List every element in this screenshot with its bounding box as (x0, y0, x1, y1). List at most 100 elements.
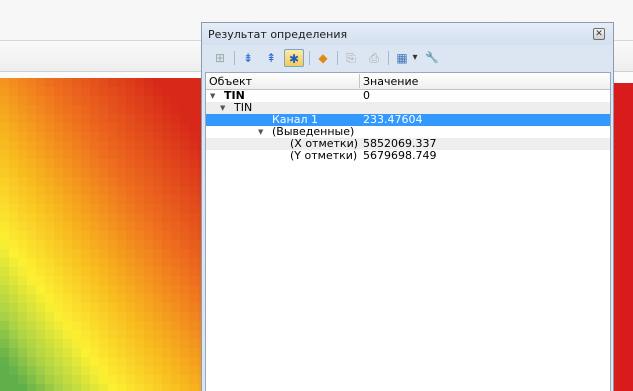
raster-cell (0, 168, 9, 177)
raster-cell (117, 240, 126, 249)
raster-cell (18, 159, 27, 168)
raster-cell (99, 204, 108, 213)
raster-cell (0, 78, 9, 87)
raster-cell (9, 330, 18, 339)
raster-cell (81, 312, 90, 321)
raster-cell (153, 123, 162, 132)
raster-cell (99, 375, 108, 384)
raster-cell (144, 132, 153, 141)
raster-cell (9, 96, 18, 105)
raster-cell (108, 123, 117, 132)
raster-cell (99, 303, 108, 312)
column-header-value[interactable]: Значение (363, 75, 418, 88)
expand-tree-icon[interactable]: ⊞ (210, 49, 230, 67)
results-tree[interactable]: Объект Значение ▼ TIN 0 ▼ TIN Канал 1 23… (205, 72, 611, 391)
raster-cell (36, 303, 45, 312)
raster-cell (63, 321, 72, 330)
raster-cell (180, 186, 189, 195)
column-header-object[interactable]: Объект (209, 75, 252, 88)
raster-cell (180, 348, 189, 357)
raster-cell (108, 276, 117, 285)
raster-cell (18, 339, 27, 348)
close-icon[interactable]: ✕ (593, 28, 605, 40)
raster-cell (135, 213, 144, 222)
tree-row-selected[interactable]: Канал 1 233.47604 (206, 114, 610, 126)
highlight-layer-icon[interactable]: ◆ (313, 49, 333, 67)
raster-cell (135, 348, 144, 357)
raster-cell (0, 303, 9, 312)
collapse-all-icon[interactable]: ⇞ (261, 49, 281, 67)
tree-row[interactable]: ▼ TIN 0 (206, 90, 610, 102)
raster-cell (72, 258, 81, 267)
raster-cell (189, 114, 198, 123)
raster-cell (180, 294, 189, 303)
raster-cell (162, 321, 171, 330)
panel-title-bar[interactable]: Результат определения ✕ (202, 23, 613, 45)
raster-cell (54, 132, 63, 141)
copy-icon[interactable]: ⎘ (341, 49, 361, 67)
raster-cell (90, 231, 99, 240)
raster-cell (54, 204, 63, 213)
raster-cell (27, 321, 36, 330)
raster-cell (45, 267, 54, 276)
column-separator[interactable] (359, 74, 360, 88)
raster-cell (189, 348, 198, 357)
raster-cell (18, 276, 27, 285)
raster-cell (162, 366, 171, 375)
raster-cell (81, 384, 90, 391)
settings-wrench-icon[interactable]: 🔧 (422, 49, 442, 67)
raster-cell (90, 339, 99, 348)
raster-cell (108, 321, 117, 330)
raster-cell (90, 78, 99, 87)
raster-cell (99, 132, 108, 141)
raster-cell (135, 231, 144, 240)
raster-cell (63, 177, 72, 186)
raster-cell (72, 321, 81, 330)
expand-arrow-icon[interactable]: ▼ (220, 102, 225, 114)
map-canvas-right[interactable] (614, 83, 633, 391)
raster-cell (54, 339, 63, 348)
chevron-down-icon[interactable]: ▾ (410, 49, 420, 67)
auto-expand-icon[interactable]: ✱ (284, 49, 304, 67)
raster-cell (153, 213, 162, 222)
raster-cell (81, 114, 90, 123)
raster-cell (153, 267, 162, 276)
raster-cell (9, 177, 18, 186)
raster-cell (90, 240, 99, 249)
expand-arrow-icon[interactable]: ▼ (258, 126, 263, 138)
raster-cell (117, 249, 126, 258)
raster-cell (189, 123, 198, 132)
raster-cell (135, 330, 144, 339)
view-icon[interactable]: ▦ (392, 49, 412, 67)
raster-cell (90, 375, 99, 384)
map-canvas[interactable] (0, 78, 203, 391)
raster-cell (54, 186, 63, 195)
print-icon[interactable]: ⎙ (364, 49, 384, 67)
raster-cell (54, 285, 63, 294)
raster-cell (144, 330, 153, 339)
raster-cell (45, 357, 54, 366)
raster-cell (54, 330, 63, 339)
tree-row[interactable]: (Y отметки) 5679698.749 (206, 150, 610, 162)
raster-cell (162, 177, 171, 186)
raster-cell (72, 240, 81, 249)
panel-toolbar: ⊞ ⇟ ⇞ ✱ ◆ ⎘ ⎙ ▦ ▾ 🔧 (202, 45, 613, 71)
raster-cell (18, 78, 27, 87)
raster-cell (126, 114, 135, 123)
expand-arrow-icon[interactable]: ▼ (210, 90, 215, 102)
raster-cell (126, 258, 135, 267)
raster-cell (135, 150, 144, 159)
raster-cell (117, 357, 126, 366)
expand-all-icon[interactable]: ⇟ (238, 49, 258, 67)
raster-cell (99, 240, 108, 249)
raster-cell (108, 294, 117, 303)
raster-cell (9, 375, 18, 384)
panel-title: Результат определения (208, 28, 348, 41)
raster-cell (81, 78, 90, 87)
raster-cell (126, 384, 135, 391)
raster-cell (162, 123, 171, 132)
raster-cell (45, 150, 54, 159)
raster-cell (36, 141, 45, 150)
raster-cell (144, 321, 153, 330)
raster-cell (180, 339, 189, 348)
